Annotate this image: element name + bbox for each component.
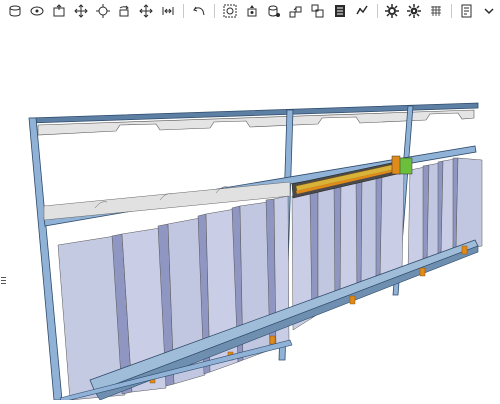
display-style-button[interactable] [4,1,26,21]
pan-icon [73,4,88,18]
toolbar-separator [183,4,185,18]
assembly-icon [311,4,324,18]
panel-resize-handle[interactable] [0,270,9,290]
mass-properties-button[interactable] [263,1,285,21]
materials-button[interactable] [425,1,447,21]
bill-of-materials-icon [334,5,345,17]
view-orientation-icon [30,6,44,16]
mirror-button[interactable] [157,1,179,21]
pan-button[interactable] [70,1,92,21]
appearance-icon [247,5,257,17]
left-post [28,117,63,401]
zoom-area-button[interactable] [219,1,241,21]
document-button[interactable] [456,1,478,21]
rotate-button[interactable] [114,1,136,21]
options-gear-icon [407,4,422,18]
view-orientation-button[interactable] [26,1,48,21]
exploded-view-icon [289,6,302,18]
section-view-icon [53,4,65,17]
simulation-button[interactable] [351,1,373,21]
dropdown-chevron-icon [484,8,494,15]
graphics-viewport[interactable] [0,22,500,403]
simulation-icon [355,5,368,15]
bill-of-materials-button[interactable] [329,1,351,21]
undo-icon [193,6,205,16]
display-style-icon [9,5,21,17]
settings-button[interactable] [382,1,404,21]
materials-icon [431,6,442,16]
options-button[interactable] [403,1,425,21]
appearance-button[interactable] [241,1,263,21]
zoom-fit-button[interactable] [92,1,114,21]
move-icon [139,4,154,18]
undo-view-button[interactable] [188,1,210,21]
zoom-area-icon [223,4,237,18]
toolbar-separator [214,4,216,18]
toolbar-separator [451,4,453,18]
graphics-toolbar [0,0,500,22]
assembly-button[interactable] [307,1,329,21]
section-view-button[interactable] [48,1,70,21]
rotate-icon [119,5,130,17]
dropdown-button[interactable] [478,1,500,21]
mass-properties-icon [268,5,280,17]
move-button[interactable] [135,1,157,21]
zoom-fit-icon [95,4,110,18]
settings-gear-icon [385,4,400,18]
mirror-icon [162,7,174,15]
document-icon [461,4,472,18]
toolbar-separator [376,4,378,18]
cad-model-view [28,102,483,403]
exploded-view-button[interactable] [285,1,307,21]
